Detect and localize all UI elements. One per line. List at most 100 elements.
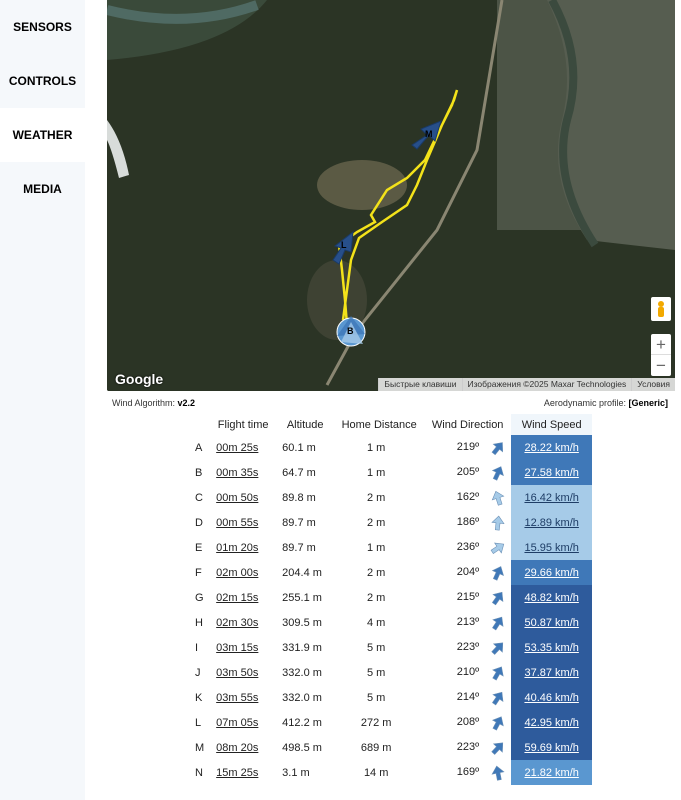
flight-time-link[interactable]: 00m 35s xyxy=(210,460,276,485)
wind-speed-link[interactable]: 15.95 km/h xyxy=(511,535,593,560)
wind-speed-link[interactable]: 12.89 km/h xyxy=(511,510,593,535)
altitude-value: 498.5 m xyxy=(282,741,322,754)
home-distance-value: 5 m xyxy=(367,641,386,654)
flight-time-link[interactable]: 15m 25s xyxy=(210,760,276,785)
home-distance-value: 2 m xyxy=(367,591,386,604)
wind-direction-cell: 186º xyxy=(424,510,511,535)
wind-direction-value: 214º xyxy=(456,691,480,704)
row-label: E xyxy=(195,541,203,554)
pegman-icon[interactable] xyxy=(651,297,671,321)
flight-time-link[interactable]: 02m 00s xyxy=(210,560,276,585)
wind-speed-link[interactable]: 42.95 km/h xyxy=(511,710,593,735)
zoom-in-button[interactable]: + xyxy=(651,334,671,355)
row-label: F xyxy=(195,566,202,579)
wind-speed-link[interactable]: 28.22 km/h xyxy=(511,435,593,460)
wind-direction-cell: 204º xyxy=(424,560,511,585)
wind-speed-link[interactable]: 21.82 km/h xyxy=(511,760,593,785)
altitude-value: 89.7 m xyxy=(282,516,316,529)
flight-time-link[interactable]: 08m 20s xyxy=(210,735,276,760)
google-logo: Google xyxy=(115,371,164,387)
wind-direction-value: 186º xyxy=(456,516,480,529)
wind-speed-link[interactable]: 37.87 km/h xyxy=(511,660,593,685)
wind-speed-link[interactable]: 16.42 km/h xyxy=(511,485,593,510)
map-attribution: Быстрые клавиши Изображения ©2025 Maxar … xyxy=(378,378,675,391)
table-row: B 00m 35s 64.7 m 1 m 205º 27.58 km/h xyxy=(191,460,593,485)
header-wind-speed: Wind Speed xyxy=(511,414,593,435)
table-row: C 00m 50s 89.8 m 2 m 162º 16.42 km/h xyxy=(191,485,593,510)
wind-direction-value: 210º xyxy=(456,666,480,679)
marker-b-icon[interactable]: B xyxy=(333,312,373,352)
info-row: Wind Algorithm: v2.2 Aerodynamic profile… xyxy=(112,398,668,408)
zoom-out-button[interactable]: − xyxy=(651,355,671,376)
wind-arrow-icon xyxy=(492,591,504,605)
flight-time-link[interactable]: 02m 30s xyxy=(210,610,276,635)
flight-time-link[interactable]: 01m 20s xyxy=(210,535,276,560)
nav-controls[interactable]: CONTROLS xyxy=(0,54,85,108)
wind-direction-cell: 215º xyxy=(424,585,511,610)
nav-media[interactable]: MEDIA xyxy=(0,162,85,216)
wind-speed-link[interactable]: 27.58 km/h xyxy=(511,460,593,485)
flight-time-link[interactable]: 00m 25s xyxy=(210,435,276,460)
table-row: L 07m 05s 412.2 m 272 m 208º 42.95 km/h xyxy=(191,710,593,735)
wind-speed-link[interactable]: 53.35 km/h xyxy=(511,635,593,660)
table-row: H 02m 30s 309.5 m 4 m 213º 50.87 km/h xyxy=(191,610,593,635)
wind-direction-cell: 223º xyxy=(424,735,511,760)
wind-speed-link[interactable]: 59.69 km/h xyxy=(511,735,593,760)
table-row: E 01m 20s 89.7 m 1 m 236º 15.95 km/h xyxy=(191,535,593,560)
nav-sensors[interactable]: SENSORS xyxy=(0,0,85,54)
flight-time-link[interactable]: 02m 15s xyxy=(210,585,276,610)
flight-time-link[interactable]: 00m 50s xyxy=(210,485,276,510)
wind-speed-link[interactable]: 50.87 km/h xyxy=(511,610,593,635)
header-flight-time: Flight time xyxy=(210,414,277,435)
wind-arrow-icon xyxy=(491,515,505,531)
table-row: N 15m 25s 3.1 m 14 m 169º 21.82 km/h xyxy=(191,760,593,785)
wind-arrow-icon xyxy=(491,765,505,781)
map-imagery xyxy=(107,0,675,391)
altitude-value: 89.7 m xyxy=(282,541,316,554)
altitude-value: 64.7 m xyxy=(282,466,316,479)
marker-m-icon[interactable]: M xyxy=(407,115,447,155)
row-label: A xyxy=(195,441,203,454)
flight-time-link[interactable]: 00m 55s xyxy=(210,510,276,535)
keyboard-shortcuts-link[interactable]: Быстрые клавиши xyxy=(378,378,462,391)
wind-direction-cell: 205º xyxy=(424,460,511,485)
flight-time-link[interactable]: 03m 15s xyxy=(210,635,276,660)
nav-weather[interactable]: WEATHER xyxy=(0,108,85,162)
wind-arrow-icon xyxy=(491,642,504,655)
table-row: G 02m 15s 255.1 m 2 m 215º 48.82 km/h xyxy=(191,585,593,610)
wind-arrow-icon xyxy=(491,490,505,506)
wind-direction-cell: 162º xyxy=(424,485,511,510)
wind-algorithm: Wind Algorithm: v2.2 xyxy=(112,398,196,408)
home-distance-value: 5 m xyxy=(367,691,386,704)
row-label: C xyxy=(195,491,203,504)
header-home-distance: Home Distance xyxy=(334,414,425,435)
wind-arrow-icon xyxy=(492,715,504,731)
altitude-value: 3.1 m xyxy=(282,766,310,779)
wind-speed-link[interactable]: 48.82 km/h xyxy=(511,585,593,610)
altitude-value: 204.4 m xyxy=(282,566,322,579)
wind-speed-link[interactable]: 29.66 km/h xyxy=(511,560,593,585)
home-distance-value: 1 m xyxy=(367,466,386,479)
wind-direction-value: 223º xyxy=(456,741,480,754)
wind-arrow-icon xyxy=(490,542,505,554)
header-wind-direction: Wind Direction xyxy=(424,414,512,435)
flight-time-link[interactable]: 03m 55s xyxy=(210,685,276,710)
wind-direction-cell: 223º xyxy=(424,635,511,660)
home-distance-value: 1 m xyxy=(367,441,386,454)
terms-link[interactable]: Условия xyxy=(631,378,675,391)
table-row: J 03m 50s 332.0 m 5 m 210º 37.87 km/h xyxy=(191,660,593,685)
wind-direction-cell: 219º xyxy=(424,435,511,460)
satellite-map[interactable]: M L B Google Быстрые клавиши Изображения… xyxy=(107,0,675,391)
marker-l-icon[interactable]: L xyxy=(329,228,369,268)
flight-time-link[interactable]: 07m 05s xyxy=(210,710,276,735)
wind-direction-value: 208º xyxy=(456,716,480,729)
wind-direction-cell: 236º xyxy=(424,535,511,560)
wind-direction-cell: 213º xyxy=(424,610,511,635)
header-altitude: Altitude xyxy=(276,414,335,435)
wind-direction-value: 213º xyxy=(456,616,480,629)
wind-speed-link[interactable]: 40.46 km/h xyxy=(511,685,593,710)
wind-direction-value: 169º xyxy=(456,766,480,779)
table-row: I 03m 15s 331.9 m 5 m 223º 53.35 km/h xyxy=(191,635,593,660)
flight-time-link[interactable]: 03m 50s xyxy=(210,660,276,685)
wind-direction-value: 205º xyxy=(456,466,480,479)
